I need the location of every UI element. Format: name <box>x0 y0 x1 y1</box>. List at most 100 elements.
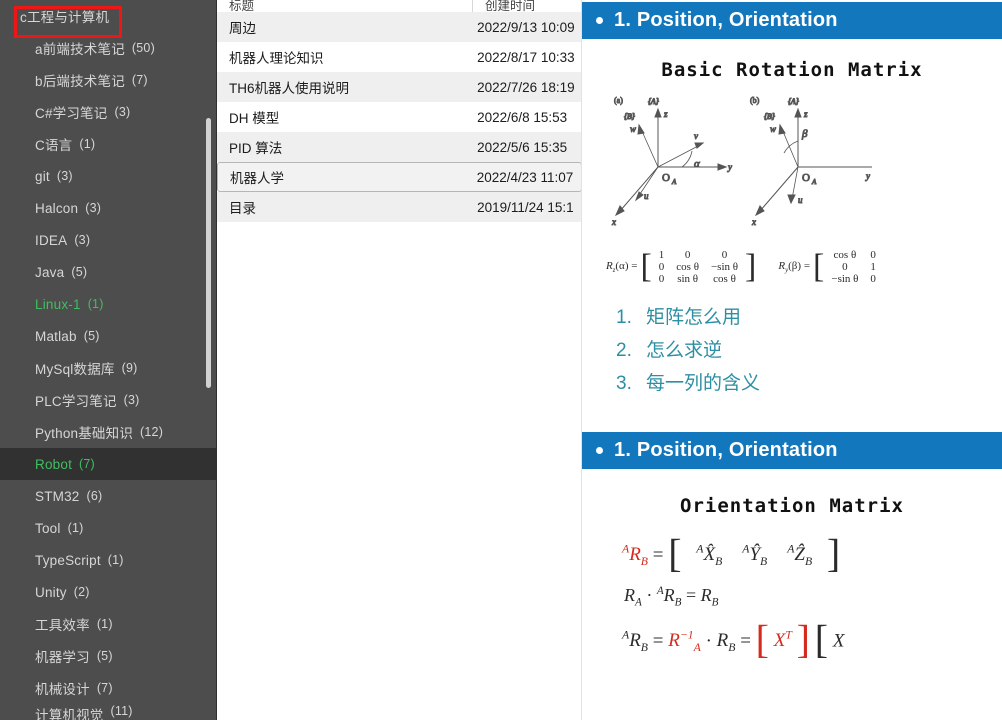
matrix-row: 0 cos θ −sin θ <box>653 261 744 273</box>
sidebar-item-20[interactable]: 机器学习 (5) <box>0 640 217 672</box>
sidebar-item-count: (7) <box>79 457 95 471</box>
row-created: 2022/5/6 15:35 <box>477 139 568 155</box>
svg-text:w: w <box>630 124 636 134</box>
sidebar-item-7[interactable]: IDEA (3) <box>0 224 217 256</box>
sidebar-item-16[interactable]: Tool (1) <box>0 512 217 544</box>
sidebar-item-count: (11) <box>110 704 133 718</box>
sidebar-item-13[interactable]: Python基础知识 (12) <box>0 416 217 448</box>
fig-a-label: (a) <box>614 96 623 105</box>
numbered-list-text: 每一列的含义 <box>646 373 761 394</box>
column-header-title[interactable]: 标题 <box>217 0 472 12</box>
matrix-cell: cos θ <box>676 261 699 273</box>
sidebar-item-18[interactable]: Unity (2) <box>0 576 217 608</box>
svg-text:{A}: {A} <box>648 97 659 106</box>
sidebar-item-label: PLC学习笔记 <box>35 394 117 409</box>
rotation-frame-svg: (a) {A} z y x u v w {B} α O A (b) {A} z … <box>611 96 872 228</box>
formula-1-column: AŶB <box>742 543 768 569</box>
sidebar-item-label: MySql数据库 <box>35 362 115 377</box>
sidebar-item-count: (1) <box>79 137 96 151</box>
column-header-created[interactable]: 创建时间 <box>472 0 582 12</box>
sidebar-item-count: (1) <box>107 553 124 567</box>
row-created: 2022/8/17 10:33 <box>477 49 575 65</box>
sidebar-item-1[interactable]: a前端技术笔记 (50) <box>0 32 217 64</box>
sidebar-item-9[interactable]: Linux-1 (1) <box>0 288 217 320</box>
matrix-row: 0 sin θ cos θ <box>653 273 744 285</box>
sidebar-item-label: Matlab <box>35 328 77 344</box>
matrix-row: 1 0 0 <box>653 249 744 261</box>
svg-text:y: y <box>865 171 870 181</box>
svg-text:A: A <box>671 178 677 186</box>
row-title: 机器人理论知识 <box>229 51 324 66</box>
slide-1: 1. Position, Orientation Basic Rotation … <box>582 2 1002 400</box>
sidebar-item-17[interactable]: TypeScript (1) <box>0 544 217 576</box>
numbered-list-item: 2. 怎么求逆 <box>616 334 1002 367</box>
sidebar-item-label: C语言 <box>35 138 73 153</box>
orientation-formula-1: ARB = [ AX̂BAŶBAẐB ] <box>622 530 841 576</box>
slide-2: 1. Position, Orientation Orientation Mat… <box>582 432 1002 662</box>
table-row[interactable]: 目录 2019/11/24 15:1 <box>217 192 582 222</box>
rotation-frame-diagram: (a) {A} z y x u v w {B} α O A (b) {A} z … <box>582 87 1002 247</box>
sidebar-item-label: Unity <box>35 584 67 600</box>
sidebar-scrollbar[interactable] <box>206 0 214 720</box>
svg-text:x: x <box>751 217 756 227</box>
sidebar-item-19[interactable]: 工具效率 (1) <box>0 608 217 640</box>
matrix-cell: cos θ <box>833 249 857 261</box>
table-row[interactable]: 机器人学 2022/4/23 11:07 <box>217 162 582 192</box>
sidebar-item-3[interactable]: C#学习笔记 (3) <box>0 96 217 128</box>
app-window: c工程与计算机 a前端技术笔记 (50) b后端技术笔记 (7) C#学习笔记 (3) C语言… <box>0 0 1002 720</box>
sidebar-item-count: (9) <box>121 361 138 375</box>
sidebar-item-count: (3) <box>74 233 91 247</box>
sidebar-item-10[interactable]: Matlab (5) <box>0 320 217 352</box>
svg-text:z: z <box>803 109 808 119</box>
sidebar-item-label: C#学习笔记 <box>35 106 108 121</box>
table-row[interactable]: PID 算法 2022/5/6 15:35 <box>217 132 582 162</box>
matrix-a-lhs: Rz(α) = <box>606 259 638 275</box>
sidebar-item-22[interactable]: 计算机视觉 (11) <box>0 704 217 720</box>
numbered-list-text: 矩阵怎么用 <box>646 307 742 328</box>
document-preview-panel[interactable]: 1. Position, Orientation Basic Rotation … <box>582 0 1002 720</box>
sidebar-item-15[interactable]: STM32 (6) <box>0 480 217 512</box>
matrix-cell: −sin θ <box>710 261 739 273</box>
row-created: 2022/7/26 18:19 <box>477 79 575 95</box>
matrix-cell: 0 <box>870 249 876 261</box>
orientation-formula-3: ARB = R−1A · RB = [ XT ] [ X <box>622 616 845 662</box>
matrix-row: cos θ 0 <box>825 249 882 261</box>
sidebar-item-14[interactable]: Robot (7) <box>0 448 217 480</box>
sidebar-item-count: (3) <box>56 169 73 183</box>
sidebar-item-count: (1) <box>96 617 113 631</box>
formula-1-columns: AX̂B AŶB AẐB <box>686 543 822 569</box>
sidebar-item-count: (3) <box>85 201 102 215</box>
sidebar-item-label: git <box>35 168 50 184</box>
svg-text:w: w <box>770 124 776 134</box>
matrix-b-lhs: Ry(β) = <box>778 259 811 275</box>
sidebar-item-label: 计算机视觉 <box>35 708 104 720</box>
slide-2-banner: 1. Position, Orientation <box>582 432 1002 469</box>
matrix-a: Rz(α) = [ 1 0 0 0 cos θ −sin θ 0 sin θ cos θ ] <box>606 247 757 285</box>
sidebar-item-6[interactable]: Halcon (3) <box>0 192 217 224</box>
sidebar-item-11[interactable]: MySql数据库 (9) <box>0 352 217 384</box>
sidebar-item-0[interactable]: c工程与计算机 <box>0 0 217 32</box>
fig-b-label: (b) <box>750 96 760 105</box>
table-row[interactable]: DH 模型 2022/6/8 15:53 <box>217 102 582 132</box>
sidebar-item-2[interactable]: b后端技术笔记 (7) <box>0 64 217 96</box>
sidebar-scrollbar-thumb[interactable] <box>206 118 211 388</box>
sidebar-item-5[interactable]: git (3) <box>0 160 217 192</box>
sidebar-item-count: (2) <box>73 585 90 599</box>
table-row[interactable]: TH6机器人使用说明 2022/7/26 18:19 <box>217 72 582 102</box>
matrix-cell: 1 <box>658 249 665 261</box>
basic-rotation-matrices: Rz(α) = [ 1 0 0 0 cos θ −sin θ 0 sin θ cos θ ] R… <box>606 249 1002 285</box>
sidebar-item-label: Linux-1 <box>35 296 81 312</box>
row-title: DH 模型 <box>229 111 280 126</box>
table-row[interactable]: 机器人理论知识 2022/8/17 10:33 <box>217 42 582 72</box>
svg-text:{A}: {A} <box>788 97 799 106</box>
list-empty-area <box>217 222 582 720</box>
sidebar-item-label: Java <box>35 264 65 280</box>
sidebar-item-count: (6) <box>86 489 103 503</box>
sidebar-item-8[interactable]: Java (5) <box>0 256 217 288</box>
sidebar-item-21[interactable]: 机械设计 (7) <box>0 672 217 704</box>
table-row[interactable]: 周边 2022/9/13 10:09 <box>217 12 582 42</box>
sidebar-item-12[interactable]: PLC学习笔记 (3) <box>0 384 217 416</box>
sidebar-item-label: 工具效率 <box>35 618 90 633</box>
row-title: 周边 <box>229 21 256 36</box>
sidebar-item-4[interactable]: C语言 (1) <box>0 128 217 160</box>
